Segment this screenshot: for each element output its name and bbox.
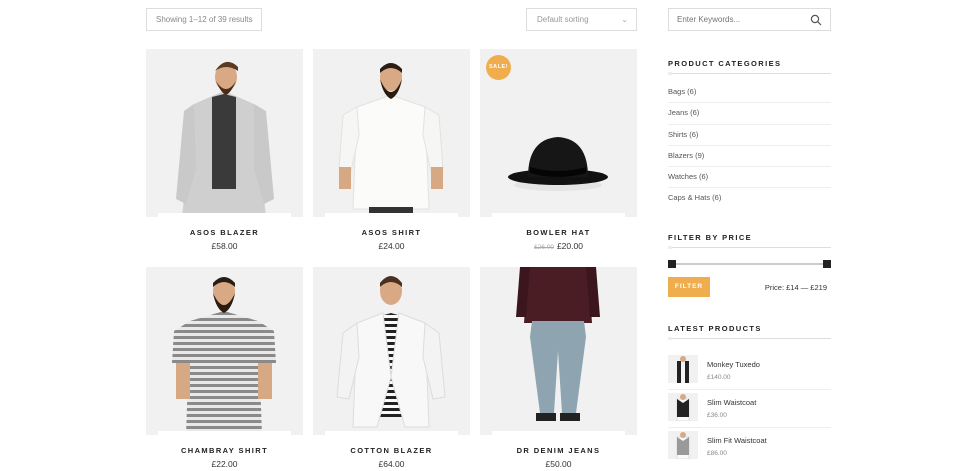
price-value: £58.00 bbox=[211, 241, 238, 251]
slider-handle-max[interactable] bbox=[823, 260, 831, 268]
product-name[interactable]: BOWLER HAT bbox=[480, 228, 637, 237]
latest-product-name[interactable]: Slim Waistcoat bbox=[707, 398, 756, 407]
product-name[interactable]: COTTON BLAZER bbox=[313, 446, 470, 455]
product-card[interactable]: ASOS BLAZER £58.00 bbox=[146, 49, 303, 259]
product-card[interactable]: CHAMBRAY SHIRT £22.00 bbox=[146, 267, 303, 471]
product-price: £24.00 bbox=[313, 241, 470, 251]
price-value: £20.00 bbox=[556, 241, 583, 251]
latest-product-item[interactable]: Monkey Tuxedo £140.00 bbox=[668, 352, 831, 390]
product-card[interactable]: DR DENIM JEANS £50.00 bbox=[480, 267, 637, 471]
latest-products-title: LATEST PRODUCTS bbox=[668, 324, 762, 333]
latest-product-item[interactable]: Slim Waistcoat £36.00 bbox=[668, 390, 831, 428]
product-image-bowler-hat[interactable]: SALE! bbox=[480, 49, 637, 217]
category-item[interactable]: Blazers (9) bbox=[668, 146, 831, 168]
latest-product-thumb[interactable] bbox=[668, 431, 698, 459]
product-card[interactable]: ASOS SHIRT £24.00 bbox=[313, 49, 470, 259]
category-item[interactable]: Bags (6) bbox=[668, 82, 831, 104]
latest-product-name[interactable]: Slim Fit Waistcoat bbox=[707, 436, 767, 445]
product-name[interactable]: CHAMBRAY SHIRT bbox=[146, 446, 303, 455]
latest-product-price: £140.00 bbox=[707, 374, 731, 381]
slider-track bbox=[670, 263, 829, 265]
product-name[interactable]: ASOS BLAZER bbox=[146, 228, 303, 237]
product-image-chambray-shirt[interactable] bbox=[146, 267, 303, 435]
sort-select[interactable]: Default sorting ⌄ bbox=[526, 8, 637, 31]
product-price: £50.00 bbox=[480, 459, 637, 469]
latest-product-thumb[interactable] bbox=[668, 393, 698, 421]
divider bbox=[668, 72, 831, 75]
product-name[interactable]: DR DENIM JEANS bbox=[480, 446, 637, 455]
category-item[interactable]: Watches (6) bbox=[668, 167, 831, 189]
slider-handle-min[interactable] bbox=[668, 260, 676, 268]
filter-button[interactable]: FILTER bbox=[668, 277, 710, 297]
product-image-denim-jeans[interactable] bbox=[480, 267, 637, 435]
category-item[interactable]: Shirts (6) bbox=[668, 125, 831, 146]
search-icon[interactable] bbox=[810, 14, 822, 26]
latest-product-price: £86.00 bbox=[707, 450, 727, 457]
categories-title: PRODUCT CATEGORIES bbox=[668, 59, 782, 68]
latest-product-item[interactable]: Slim Fit Waistcoat £86.00 bbox=[668, 428, 831, 466]
category-item[interactable]: Jeans (6) bbox=[668, 103, 831, 125]
price-filter-title: FILTER BY PRICE bbox=[668, 233, 753, 242]
result-count: Showing 1–12 of 39 results bbox=[146, 8, 262, 31]
divider bbox=[668, 337, 831, 340]
price-value: £24.00 bbox=[378, 241, 405, 251]
search-input[interactable] bbox=[669, 9, 799, 30]
sale-badge: SALE! bbox=[486, 55, 511, 80]
price-slider[interactable] bbox=[668, 259, 831, 269]
latest-products-list: Monkey Tuxedo £140.00 Slim Waistcoat £36… bbox=[668, 352, 831, 466]
search-box[interactable] bbox=[668, 8, 831, 31]
category-item[interactable]: Caps & Hats (6) bbox=[668, 188, 831, 209]
shop-toolbar: Showing 1–12 of 39 results Default sorti… bbox=[146, 8, 637, 31]
product-price: £64.00 bbox=[313, 459, 470, 469]
latest-product-price: £36.00 bbox=[707, 412, 727, 419]
product-name[interactable]: ASOS SHIRT bbox=[313, 228, 470, 237]
price-value: £64.00 bbox=[378, 459, 405, 469]
product-image-asos-blazer[interactable] bbox=[146, 49, 303, 217]
product-image-cotton-blazer[interactable] bbox=[313, 267, 470, 435]
price-range-label: Price: £14 — £219 bbox=[764, 283, 827, 292]
latest-product-thumb[interactable] bbox=[668, 355, 698, 383]
chevron-down-icon: ⌄ bbox=[621, 15, 628, 24]
product-card[interactable]: SALE! BOWLER HAT £26.00 £20.00 bbox=[480, 49, 637, 259]
price-value: £50.00 bbox=[545, 459, 572, 469]
latest-product-name[interactable]: Monkey Tuxedo bbox=[707, 360, 760, 369]
category-list: Bags (6) Jeans (6) Shirts (6) Blazers (9… bbox=[668, 82, 831, 210]
old-price: £26.00 bbox=[534, 244, 554, 251]
product-image-asos-shirt[interactable] bbox=[313, 49, 470, 217]
product-card[interactable]: COTTON BLAZER £64.00 bbox=[313, 267, 470, 471]
sort-select-value: Default sorting bbox=[537, 15, 589, 24]
product-price: £26.00 £20.00 bbox=[480, 241, 637, 251]
product-price: £22.00 bbox=[146, 459, 303, 469]
price-value: £22.00 bbox=[211, 459, 238, 469]
product-price: £58.00 bbox=[146, 241, 303, 251]
divider bbox=[668, 246, 831, 249]
